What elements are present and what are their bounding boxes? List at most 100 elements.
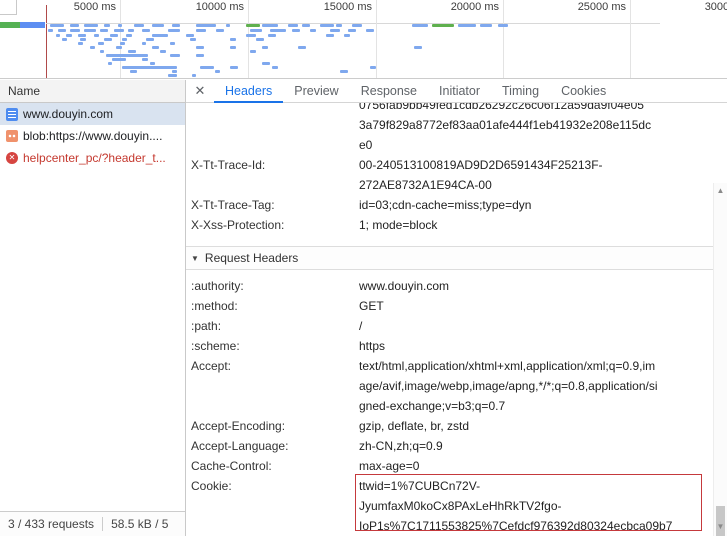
waterfall-bar xyxy=(168,29,180,32)
scroll-down-icon[interactable]: ▼ xyxy=(714,520,727,534)
waterfall-bar xyxy=(498,24,508,27)
header-value: / xyxy=(359,316,362,336)
waterfall-bar xyxy=(120,42,125,45)
waterfall-bar xyxy=(128,50,136,53)
request-row-blob[interactable]: blob:https://www.douyin.... xyxy=(0,125,185,147)
waterfall-bar xyxy=(168,74,177,77)
waterfall-bar xyxy=(100,50,104,53)
waterfall-bar xyxy=(192,74,196,77)
request-headers-toggle[interactable]: ▼ Request Headers xyxy=(186,246,713,270)
triangle-down-icon: ▼ xyxy=(191,254,199,263)
devtools-network-panel: 5000 ms10000 ms15000 ms20000 ms25000 ms3… xyxy=(0,0,727,536)
tab-initiator[interactable]: Initiator xyxy=(428,80,491,103)
header-key: :scheme: xyxy=(186,336,359,356)
request-list: Name www.douyin.com blob:https://www.dou… xyxy=(0,80,186,536)
waterfall-bar xyxy=(98,42,104,45)
waterfall-bar xyxy=(412,24,428,27)
waterfall-bar xyxy=(330,29,340,32)
waterfall-bar xyxy=(62,38,67,41)
timeline-tick-label: 30000 ms xyxy=(671,1,727,13)
waterfall-bar xyxy=(250,29,262,32)
waterfall-bar xyxy=(370,66,376,69)
requests-count: 3 / 433 requests xyxy=(0,517,102,531)
waterfall-bar xyxy=(142,29,150,32)
waterfall-bar xyxy=(116,46,122,49)
tab-response[interactable]: Response xyxy=(350,80,428,103)
header-key: :authority: xyxy=(186,276,359,296)
waterfall-bar xyxy=(298,46,306,49)
timeline-gridline xyxy=(503,0,504,78)
transferred-size: 58.5 kB / 5 xyxy=(103,517,176,531)
load-event-line xyxy=(46,5,47,78)
tab-headers[interactable]: Headers xyxy=(214,80,283,103)
request-label: blob:https://www.douyin.... xyxy=(23,129,162,143)
header-value: https xyxy=(359,336,385,356)
waterfall-bar xyxy=(172,70,177,73)
waterfall-bar xyxy=(112,58,126,61)
waterfall-bar xyxy=(152,46,159,49)
timeline-gridline xyxy=(120,0,121,78)
vertical-scrollbar[interactable]: ▲ ▼ xyxy=(713,183,727,536)
waterfall-bar xyxy=(200,66,214,69)
waterfall-bar xyxy=(84,24,98,27)
name-column-header[interactable]: Name xyxy=(0,80,185,103)
waterfall-bar xyxy=(256,38,264,41)
waterfall-bar xyxy=(104,38,112,41)
document-icon xyxy=(6,108,18,121)
tab-timing[interactable]: Timing xyxy=(491,80,550,103)
header-value: ttwid=1%7CUBCn72V- JyumfaxM0koCx8PAxLeHh… xyxy=(359,476,672,536)
header-value: gzip, deflate, br, zstd xyxy=(359,416,469,436)
header-key xyxy=(186,103,359,155)
request-row-helpcenter[interactable]: ✕ helpcenter_pc/?header_t... xyxy=(0,147,185,169)
timeline-gridline xyxy=(248,0,249,78)
waterfall-bar xyxy=(246,24,260,27)
waterfall-bar xyxy=(108,62,112,65)
waterfall-bar xyxy=(78,42,83,45)
waterfall-bar xyxy=(246,34,256,37)
waterfall-bar xyxy=(196,24,216,27)
waterfall-bar xyxy=(80,38,86,41)
media-icon xyxy=(6,130,18,142)
scroll-up-icon[interactable]: ▲ xyxy=(714,184,727,198)
network-overview[interactable]: 5000 ms10000 ms15000 ms20000 ms25000 ms3… xyxy=(0,0,727,79)
waterfall-bar xyxy=(56,34,60,37)
waterfall-bar xyxy=(326,34,334,37)
request-row-douyin[interactable]: www.douyin.com xyxy=(0,103,185,125)
tab-preview[interactable]: Preview xyxy=(283,80,349,103)
waterfall-bar xyxy=(78,34,86,37)
header-value: zh-CN,zh;q=0.9 xyxy=(359,436,443,456)
waterfall-bar xyxy=(340,70,348,73)
tab-cookies[interactable]: Cookies xyxy=(550,80,617,103)
close-icon[interactable]: ✕ xyxy=(186,83,214,99)
waterfall-bar xyxy=(302,24,310,27)
header-key: Cookie: xyxy=(186,476,359,536)
waterfall-bar xyxy=(84,29,96,32)
waterfall-bar xyxy=(288,24,298,27)
waterfall-bar xyxy=(160,50,166,53)
waterfall-bar xyxy=(110,34,118,37)
waterfall-bar xyxy=(122,38,127,41)
waterfall-bar xyxy=(458,24,476,27)
waterfall-bar xyxy=(344,34,350,37)
header-value: id=03;cdn-cache=miss;type=dyn xyxy=(359,195,531,215)
waterfall-bar xyxy=(230,38,236,41)
header-row: X-Tt-Trace-Id: 00-240513100819AD9D2D6591… xyxy=(186,155,713,195)
waterfall-bar xyxy=(196,46,204,49)
waterfall-bar xyxy=(215,70,220,73)
header-key: X-Xss-Protection: xyxy=(186,215,359,235)
timeline-tick-label: 10000 ms xyxy=(162,1,244,13)
section-title: Request Headers xyxy=(205,251,298,265)
waterfall-bar xyxy=(66,34,72,37)
waterfall-bar xyxy=(150,62,155,65)
waterfall-bar xyxy=(190,38,196,41)
waterfall-bar xyxy=(142,58,148,61)
waterfall-bar xyxy=(152,24,164,27)
waterfall-bar xyxy=(196,29,206,32)
waterfall-bar xyxy=(152,34,168,37)
request-label: www.douyin.com xyxy=(23,107,113,121)
header-key: Accept-Language: xyxy=(186,436,359,456)
timeline-tick-label: 25000 ms xyxy=(544,1,626,13)
waterfall-bar xyxy=(100,29,108,32)
waterfall-bar xyxy=(48,29,53,32)
waterfall-bar xyxy=(172,24,180,27)
